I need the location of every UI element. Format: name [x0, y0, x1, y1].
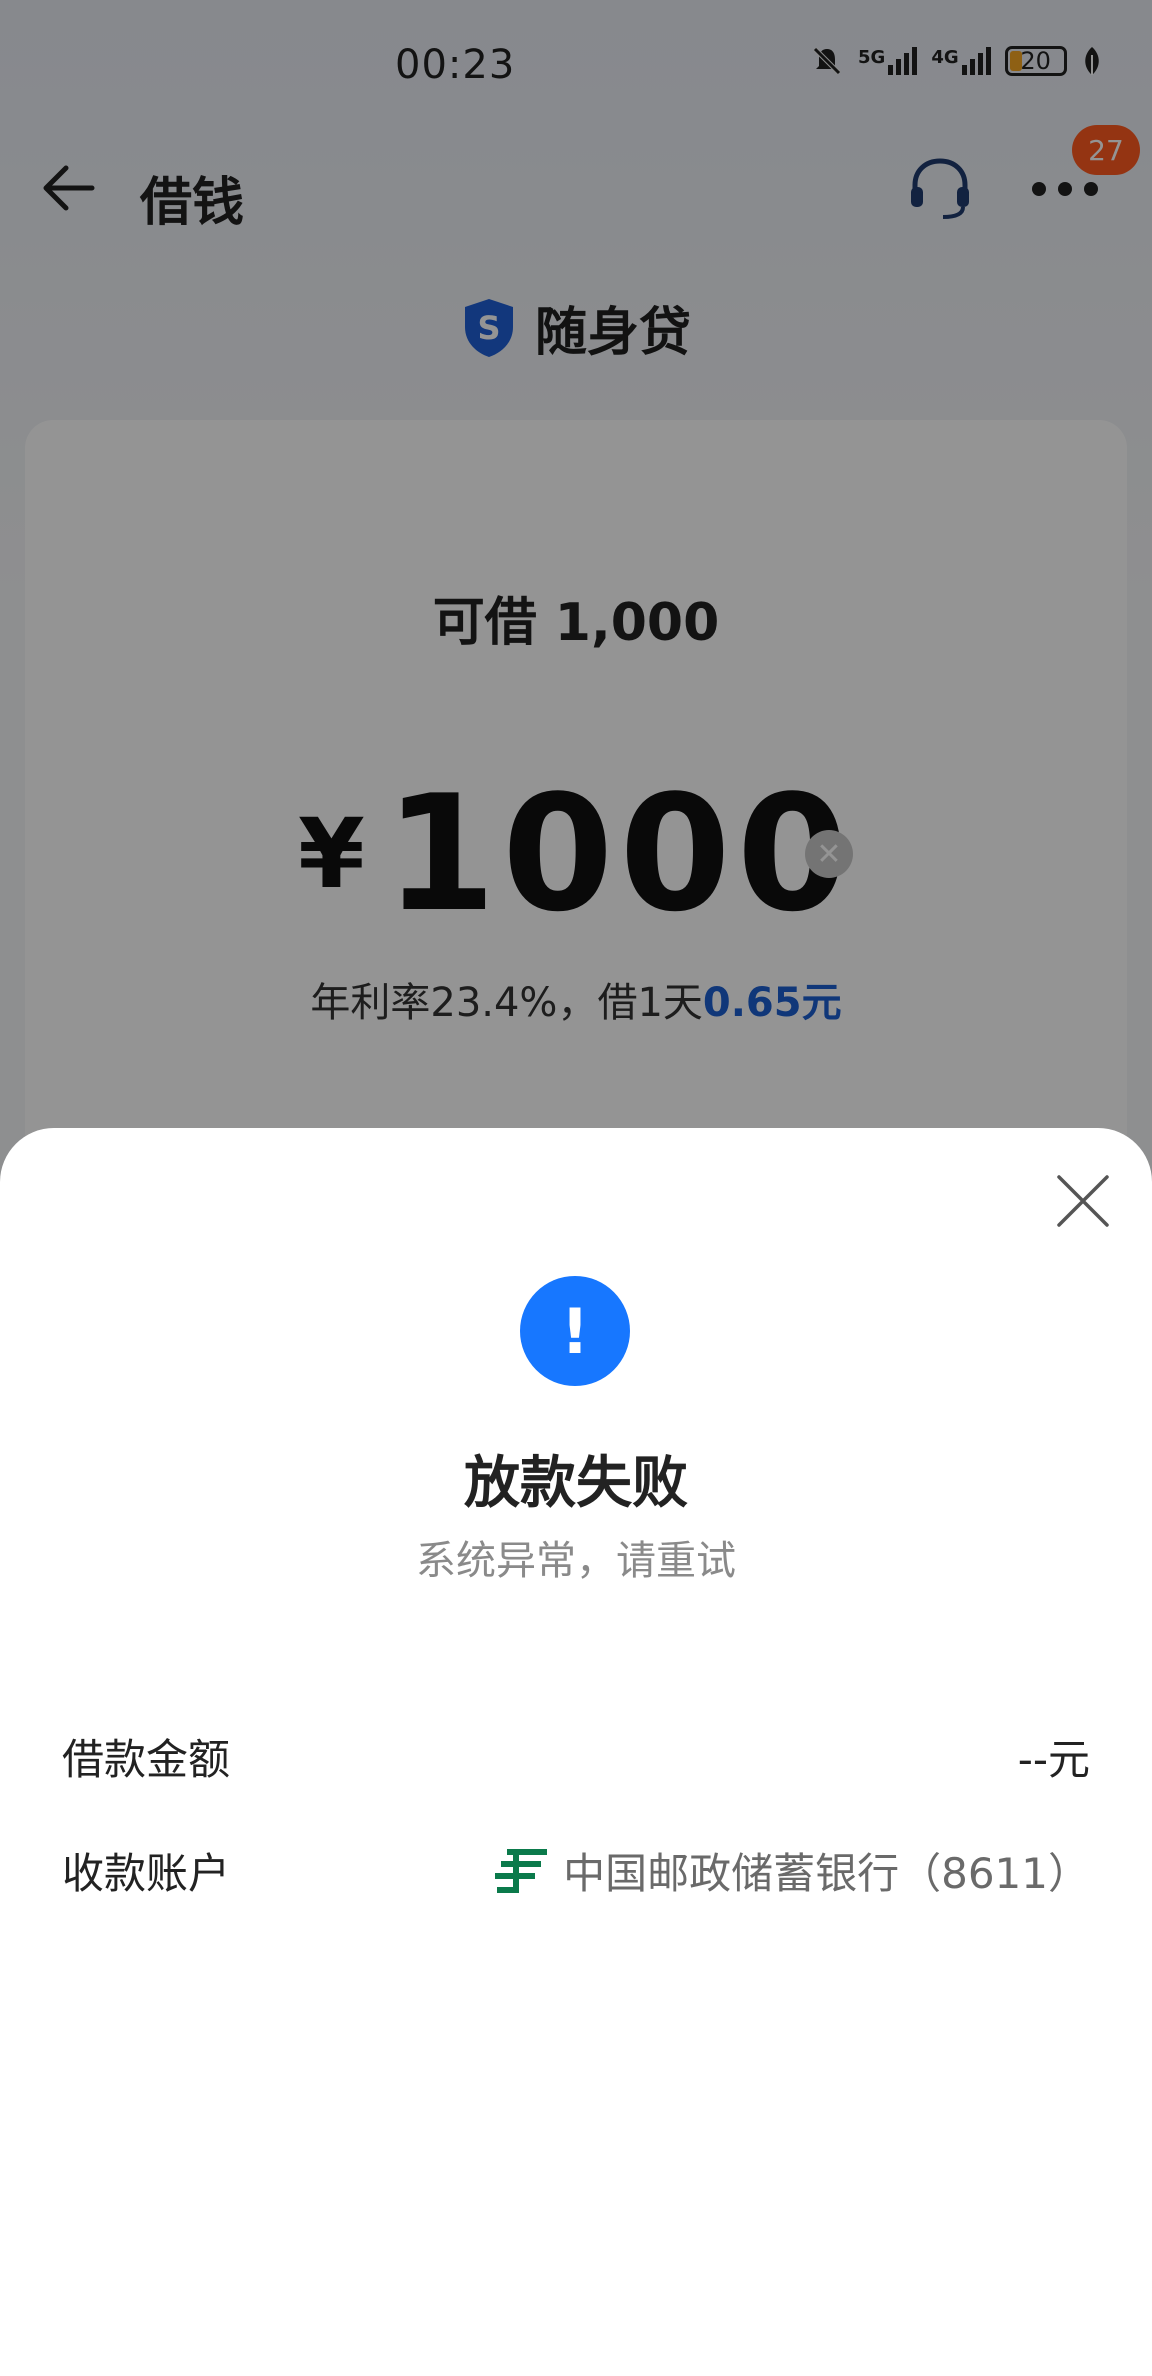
postal-bank-logo-icon — [495, 1848, 548, 1893]
result-subtitle: 系统异常，请重试 — [416, 1538, 736, 1584]
close-icon[interactable] — [1055, 1173, 1111, 1229]
alert-icon: ! — [520, 1276, 630, 1386]
loan-amount-row: 借款金额 --元 — [62, 1726, 1090, 1787]
receiving-account-label: 收款账户 — [62, 1849, 231, 1898]
receiving-account-row: 收款账户 中国邮政储蓄银行（8611） — [62, 1840, 1090, 1901]
loan-amount-label: 借款金额 — [62, 1735, 231, 1784]
result-sheet: ! 放款失败 系统异常，请重试 借款金额 --元 收款账户 中国邮政储蓄银行（8… — [0, 1128, 1152, 2376]
result-title: 放款失败 — [464, 1451, 688, 1516]
loan-amount-value: --元 — [1017, 1735, 1090, 1784]
bank-account-value: 中国邮政储蓄银行（8611） — [563, 1849, 1090, 1898]
bank-account: 中国邮政储蓄银行（8611） — [493, 1840, 1090, 1901]
